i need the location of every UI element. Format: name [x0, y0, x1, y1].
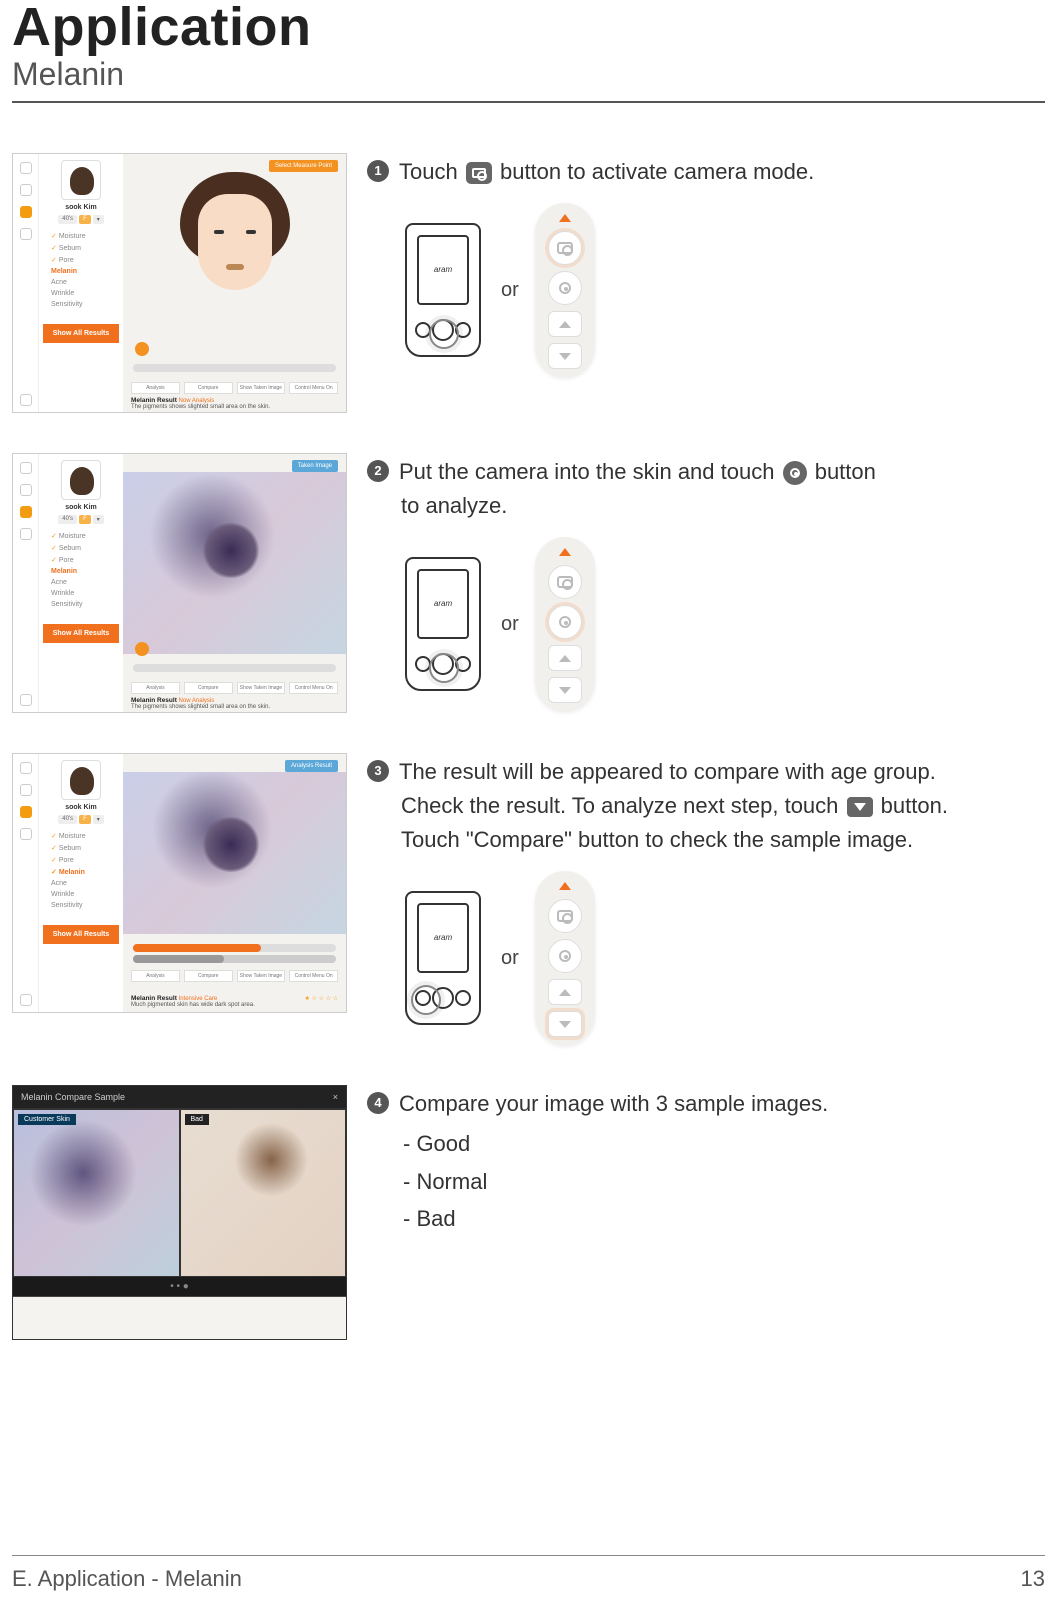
- remote-control: [535, 537, 595, 711]
- compare-dialog-title: Melanin Compare Sample: [21, 1092, 125, 1102]
- chevron-down-icon: [847, 797, 873, 817]
- show-all-results-button[interactable]: Show All Results: [43, 324, 119, 343]
- steps-container: sook Kim 40'sF▾ Moisture Sebum Pore Mela…: [12, 153, 1045, 1340]
- remote-camera-button[interactable]: [548, 231, 582, 265]
- step-3: sook Kim 40'sF▾ Moisture Sebum Pore Mela…: [12, 753, 1045, 1045]
- step-number-2: 2: [367, 460, 389, 482]
- page-subtitle: Melanin: [12, 56, 1045, 103]
- step1-text: Touch button to activate camera mode.: [399, 155, 814, 189]
- remote-up-button[interactable]: [548, 311, 582, 337]
- remote-record-button[interactable]: [548, 271, 582, 305]
- device-illustration: aram: [401, 554, 485, 694]
- or-label: or: [501, 275, 519, 306]
- screenshot-step-4: Melanin Compare Sample× Customer Skin Ba…: [12, 1085, 347, 1340]
- remote-control: [535, 203, 595, 377]
- close-icon[interactable]: ×: [333, 1092, 338, 1102]
- step-number-1: 1: [367, 160, 389, 182]
- step2-text: Put the camera into the skin and touch b…: [399, 455, 876, 489]
- screenshot-step-2: sook Kim 40'sF▾ Moisture Sebum Pore Mela…: [12, 453, 347, 713]
- face-illustration: [170, 172, 300, 322]
- mini-customer-name: sook Kim: [43, 204, 119, 211]
- device-illustration: aram: [401, 220, 485, 360]
- remote-record-button[interactable]: [548, 605, 582, 639]
- step-1: sook Kim 40'sF▾ Moisture Sebum Pore Mela…: [12, 153, 1045, 413]
- device-illustration: aram: [401, 888, 485, 1028]
- step-2: sook Kim 40'sF▾ Moisture Sebum Pore Mela…: [12, 453, 1045, 713]
- sample-quality-list: - Good - Normal - Bad: [403, 1125, 1045, 1237]
- page-number: 13: [1021, 1566, 1045, 1592]
- skin-capture-image: [123, 472, 346, 654]
- screenshot-step-3: sook Kim 40'sF▾ Moisture Sebum Pore Mela…: [12, 753, 347, 1013]
- remote-down-button[interactable]: [548, 1011, 582, 1037]
- page-header: Application Melanin: [12, 0, 1045, 103]
- step-number-4: 4: [367, 1092, 389, 1114]
- page-title: Application: [12, 0, 1045, 54]
- page-footer: E. Application - Melanin 13: [12, 1555, 1045, 1592]
- pager-dots[interactable]: • • ●: [13, 1277, 346, 1296]
- screenshot-step-1: sook Kim 40'sF▾ Moisture Sebum Pore Mela…: [12, 153, 347, 413]
- record-icon: [783, 461, 807, 485]
- footer-breadcrumb: E. Application - Melanin: [12, 1566, 242, 1592]
- camera-icon: [466, 162, 492, 184]
- remote-control: [535, 871, 595, 1045]
- step-4: Melanin Compare Sample× Customer Skin Ba…: [12, 1085, 1045, 1340]
- step-number-3: 3: [367, 760, 389, 782]
- remote-down-button[interactable]: [548, 343, 582, 369]
